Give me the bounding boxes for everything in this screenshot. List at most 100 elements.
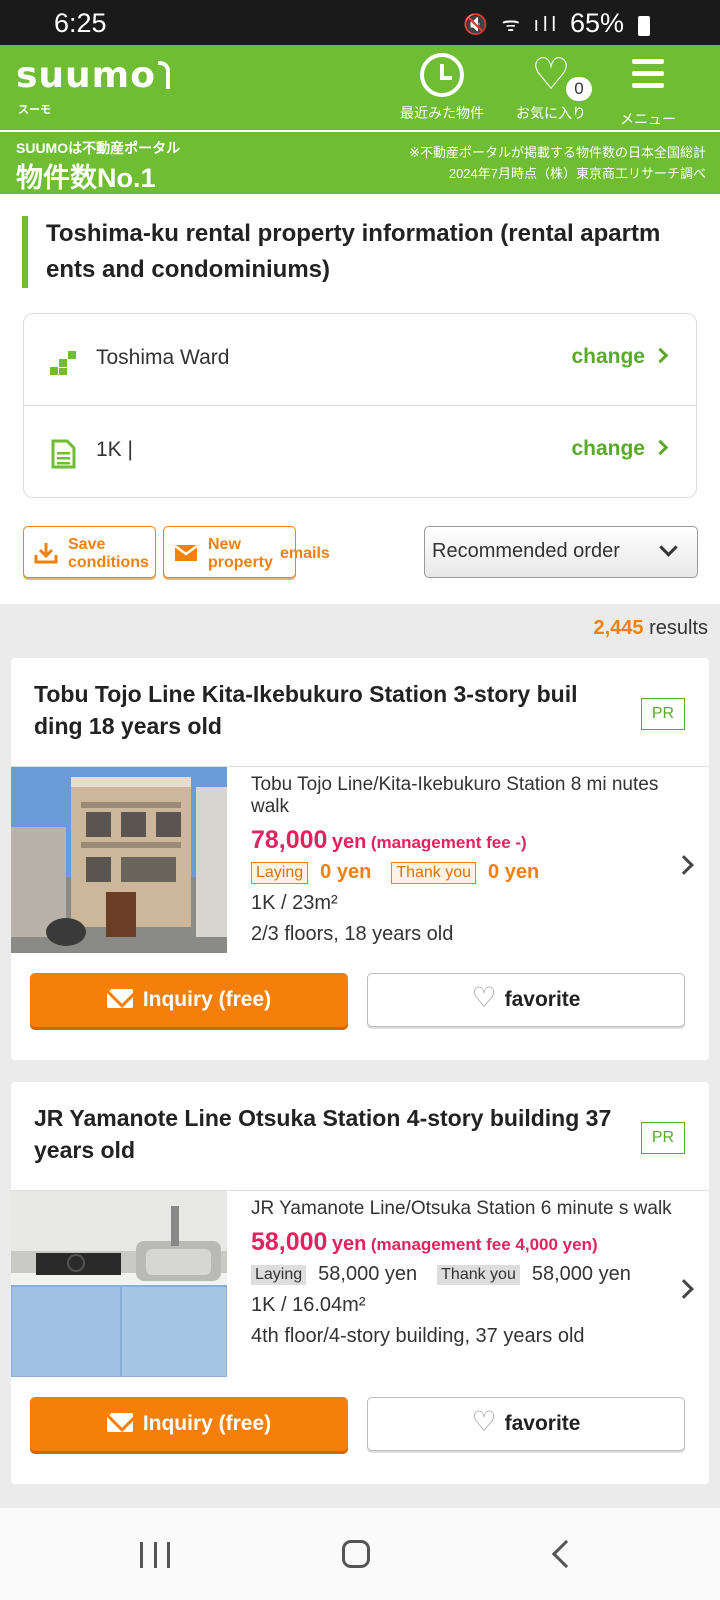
deposit-key-money: Laying 58,000 yen Thank you 58,000 yen (251, 1263, 681, 1286)
results-number: 2,445 (593, 617, 644, 639)
property-photo[interactable] (11, 1191, 227, 1377)
new-label-line1: New (208, 536, 241, 553)
menu-button[interactable]: メニュー (620, 53, 676, 129)
listing-info: Tobu Tojo Line/Kita-Ikebukuro Station 8 … (251, 774, 681, 946)
search-conditions-section: Toshima-ku rental property information (… (0, 194, 720, 604)
no1-banner: SUUMOは不動産ポータル 物件数No.1 ※不動産ポータルが掲載する物件数の日… (0, 130, 720, 194)
chevron-right-icon (652, 347, 669, 364)
new-label-line2: property (208, 554, 273, 571)
status-bar: 6:25 🔇 ᯤ ıll 65% (0, 0, 720, 45)
emails-label: emails (280, 545, 330, 562)
station-access: Tobu Tojo Line/Kita-Ikebukuro Station 8 … (251, 774, 659, 817)
favorites-count-badge: 0 (566, 77, 592, 101)
conditions-box: Toshima Ward change 1K | change (23, 313, 697, 498)
layout-area: 1K / 23m² (251, 892, 338, 914)
change-area-link[interactable]: change (571, 345, 669, 369)
pr-badge: PR (641, 1122, 685, 1154)
logo-arrow-icon (157, 61, 170, 89)
hamburger-menu-icon (632, 59, 664, 88)
banner-tagline: SUUMOは不動産ポータル (16, 140, 181, 156)
system-navigation-bar (0, 1508, 720, 1600)
management-fee: (management fee -) (370, 833, 527, 852)
sort-selected-value: Recommended order (432, 540, 620, 562)
banner-note: ※不動産ポータルが掲載する物件数の日本全国総計 2024年7月時点（株）東京商工… (409, 142, 706, 184)
banner-headline: 物件数No.1 (16, 163, 156, 193)
property-photo[interactable] (11, 767, 227, 953)
heart-icon: ♡ (471, 982, 497, 1014)
favorite-button[interactable]: ♡ favorite (367, 973, 685, 1027)
mute-wifi-signal-icons: 🔇 ᯤ ıll (463, 14, 560, 36)
rent-unit: yen (331, 831, 367, 853)
inquiry-button[interactable]: Inquiry (free) (30, 973, 348, 1027)
layout-area: 1K / 16.04m² (251, 1294, 366, 1316)
favorites-button[interactable]: ♡ 0 お気に入り (516, 50, 592, 123)
app-header: suumo スーモ 最近みた物件 ♡ 0 お気に入り メニュー (0, 45, 720, 130)
status-indicators: 🔇 ᯤ ıll 65% (463, 8, 650, 39)
favorite-button[interactable]: ♡ favorite (367, 1397, 685, 1451)
menu-label: メニュー (620, 111, 676, 127)
new-property-emails-button[interactable]: New property emails (163, 526, 330, 578)
logo-subtitle: スーモ (18, 104, 51, 116)
key-money-tag: Thank you (437, 1264, 520, 1285)
key-money-value: 58,000 yen (531, 1263, 631, 1285)
chevron-down-icon (659, 538, 678, 557)
document-icon (51, 439, 76, 469)
save-conditions-button[interactable]: Save conditions (23, 526, 156, 578)
mail-icon (106, 988, 133, 1008)
mail-icon (106, 1412, 133, 1432)
listing-card[interactable]: Tobu Tojo Line Kita-Ikebukuro Station 3-… (11, 658, 709, 1060)
layout-condition-value: 1K | (96, 438, 133, 461)
status-time: 6:25 (54, 8, 107, 38)
download-icon (34, 543, 58, 564)
change-layout-link[interactable]: change (571, 437, 669, 461)
area-condition-value: Toshima Ward (96, 346, 230, 369)
rent-unit: yen (331, 1233, 367, 1255)
key-money-value: 0 yen (488, 861, 540, 883)
listing-card[interactable]: JR Yamanote Line Otsuka Station 4-story … (11, 1082, 709, 1484)
mail-icon (174, 544, 198, 561)
deposit-tag: Laying (251, 1264, 307, 1285)
rent-amount: 78,000 (251, 826, 328, 854)
heart-icon: ♡ (471, 1406, 497, 1438)
banner-note-line2: 2024年7月時点（株）東京商工リサーチ調べ (448, 166, 706, 181)
floor-age: 4th floor/4-story building, 37 years old (251, 1325, 585, 1347)
deposit-value: 58,000 yen (318, 1263, 418, 1285)
station-access: JR Yamanote Line/Otsuka Station 6 minute… (251, 1198, 672, 1219)
heart-icon: ♡ (531, 50, 571, 99)
chevron-right-icon (652, 439, 669, 456)
results-label: results (649, 617, 708, 639)
home-icon[interactable] (342, 1540, 370, 1568)
favorites-label: お気に入り (516, 105, 586, 121)
layout-condition-row[interactable]: 1K | change (24, 406, 696, 498)
inquiry-button[interactable]: Inquiry (free) (30, 1397, 348, 1451)
back-icon[interactable] (551, 1539, 581, 1569)
recently-viewed-label: 最近みた物件 (400, 105, 484, 121)
listing-title: Tobu Tojo Line Kita-Ikebukuro Station 3-… (34, 681, 578, 739)
floor-age: 2/3 floors, 18 years old (251, 923, 454, 945)
sort-order-select[interactable]: Recommended order (424, 526, 698, 578)
rent-price: 58,000 yen (management fee 4,000 yen) (251, 1228, 681, 1257)
page-title: Toshima-ku rental property information (… (22, 216, 692, 288)
area-map-icon (50, 351, 76, 375)
management-fee: (management fee 4,000 yen) (370, 1235, 598, 1254)
banner-note-line1: ※不動産ポータルが掲載する物件数の日本全国総計 (409, 145, 706, 160)
save-label-line1: Save (68, 536, 106, 553)
history-icon (420, 53, 464, 97)
pr-badge: PR (641, 698, 685, 730)
rent-amount: 58,000 (251, 1228, 328, 1256)
listing-info: JR Yamanote Line/Otsuka Station 6 minute… (251, 1198, 681, 1348)
area-condition-row[interactable]: Toshima Ward change (24, 314, 696, 406)
results-count: 2,445 results (593, 617, 708, 640)
deposit-key-money: Laying 0 yen Thank you 0 yen (251, 861, 681, 884)
save-label-line2: conditions (68, 554, 149, 571)
deposit-tag: Laying (251, 861, 309, 884)
battery-icon (638, 15, 650, 36)
rent-price: 78,000 yen (management fee -) (251, 826, 681, 855)
key-money-tag: Thank you (391, 861, 477, 884)
deposit-value: 0 yen (320, 861, 372, 883)
recent-apps-icon[interactable] (140, 1542, 170, 1568)
listing-title: JR Yamanote Line Otsuka Station 4-story … (34, 1105, 612, 1163)
battery-percent: 65% (569, 8, 624, 38)
recently-viewed-button[interactable]: 最近みた物件 (400, 53, 484, 123)
suumo-logo[interactable]: suumo (16, 55, 170, 96)
